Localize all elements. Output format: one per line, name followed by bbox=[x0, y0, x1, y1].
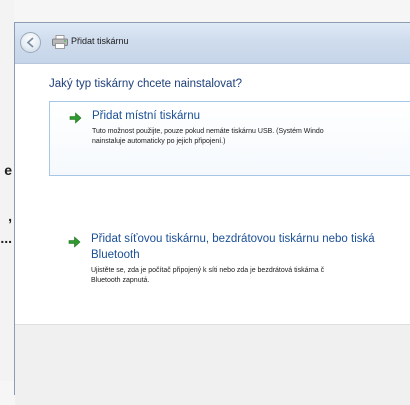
wizard-content: Jaký typ tiskárny chcete nainstalovat? P… bbox=[15, 64, 410, 324]
option-local-printer[interactable]: Přidat místní tiskárnu Tuto možnost použ… bbox=[49, 101, 410, 176]
option-description-line: Tuto možnost použijte, pouze pokud nemát… bbox=[92, 128, 324, 135]
background-text-fragment: , bbox=[8, 208, 12, 224]
option-title-line: Bluetooth bbox=[91, 249, 140, 261]
green-arrow-icon bbox=[68, 236, 81, 248]
background-window-strip: e , ... bbox=[0, 0, 14, 381]
background-text-fragment: e bbox=[4, 162, 12, 178]
title-bar: Přidat tiskárnu bbox=[15, 23, 410, 64]
back-arrow-icon bbox=[26, 37, 34, 48]
wizard-footer bbox=[15, 324, 410, 405]
background-text-fragment: ... bbox=[0, 230, 12, 246]
option-description-line: Ujistěte se, zda je počítač připojený k … bbox=[91, 267, 325, 274]
add-printer-dialog: Přidat tiskárnu Jaký typ tiskárny chcete… bbox=[14, 22, 410, 405]
option-network-printer[interactable]: Přidat síťovou tiskárnu, bezdrátovou tis… bbox=[49, 233, 410, 303]
window-title: Přidat tiskárnu bbox=[71, 36, 129, 46]
back-button[interactable] bbox=[20, 32, 41, 53]
option-title-line: Přidat síťovou tiskárnu, bezdrátovou tis… bbox=[91, 233, 375, 245]
printer-icon bbox=[52, 35, 68, 49]
option-description-line: Bluetooth zapnutá. bbox=[91, 277, 150, 284]
option-title: Přidat místní tiskárnu bbox=[92, 110, 201, 122]
page-heading: Jaký typ tiskárny chcete nainstalovat? bbox=[49, 78, 243, 90]
option-description-line: nainstaluje automaticky po jejich připoj… bbox=[92, 138, 226, 145]
green-arrow-icon bbox=[69, 112, 82, 124]
